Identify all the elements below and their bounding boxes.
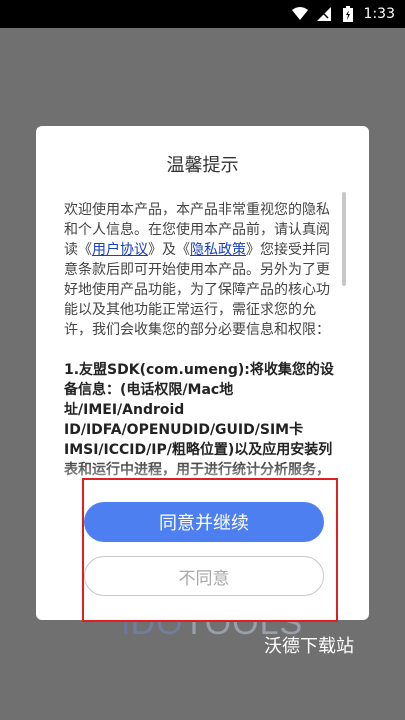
privacy-policy-link[interactable]: 隐私政策 — [190, 242, 246, 258]
dialog-title: 温馨提示 — [166, 155, 239, 176]
dialog-content[interactable]: 欢迎使用本产品，本产品非常重视您的隐私和个人信息。在您使用本产品前，请认真阅读《… — [64, 200, 338, 476]
intro-text-2: 》及《 — [148, 242, 190, 258]
intro-paragraph: 欢迎使用本产品，本产品非常重视您的隐私和个人信息。在您使用本产品前，请认真阅读《… — [64, 200, 338, 340]
signal-icon — [316, 6, 332, 22]
watermark-site: 沃德下载站 — [264, 636, 354, 657]
user-agreement-link[interactable]: 用户协议 — [92, 242, 148, 258]
wifi-icon — [291, 6, 308, 22]
content-scrollbar[interactable] — [342, 192, 346, 286]
status-bar: 1:33 — [0, 0, 405, 28]
battery-icon — [340, 6, 356, 22]
highlight-box — [82, 478, 338, 622]
status-time: 1:33 — [363, 6, 395, 22]
